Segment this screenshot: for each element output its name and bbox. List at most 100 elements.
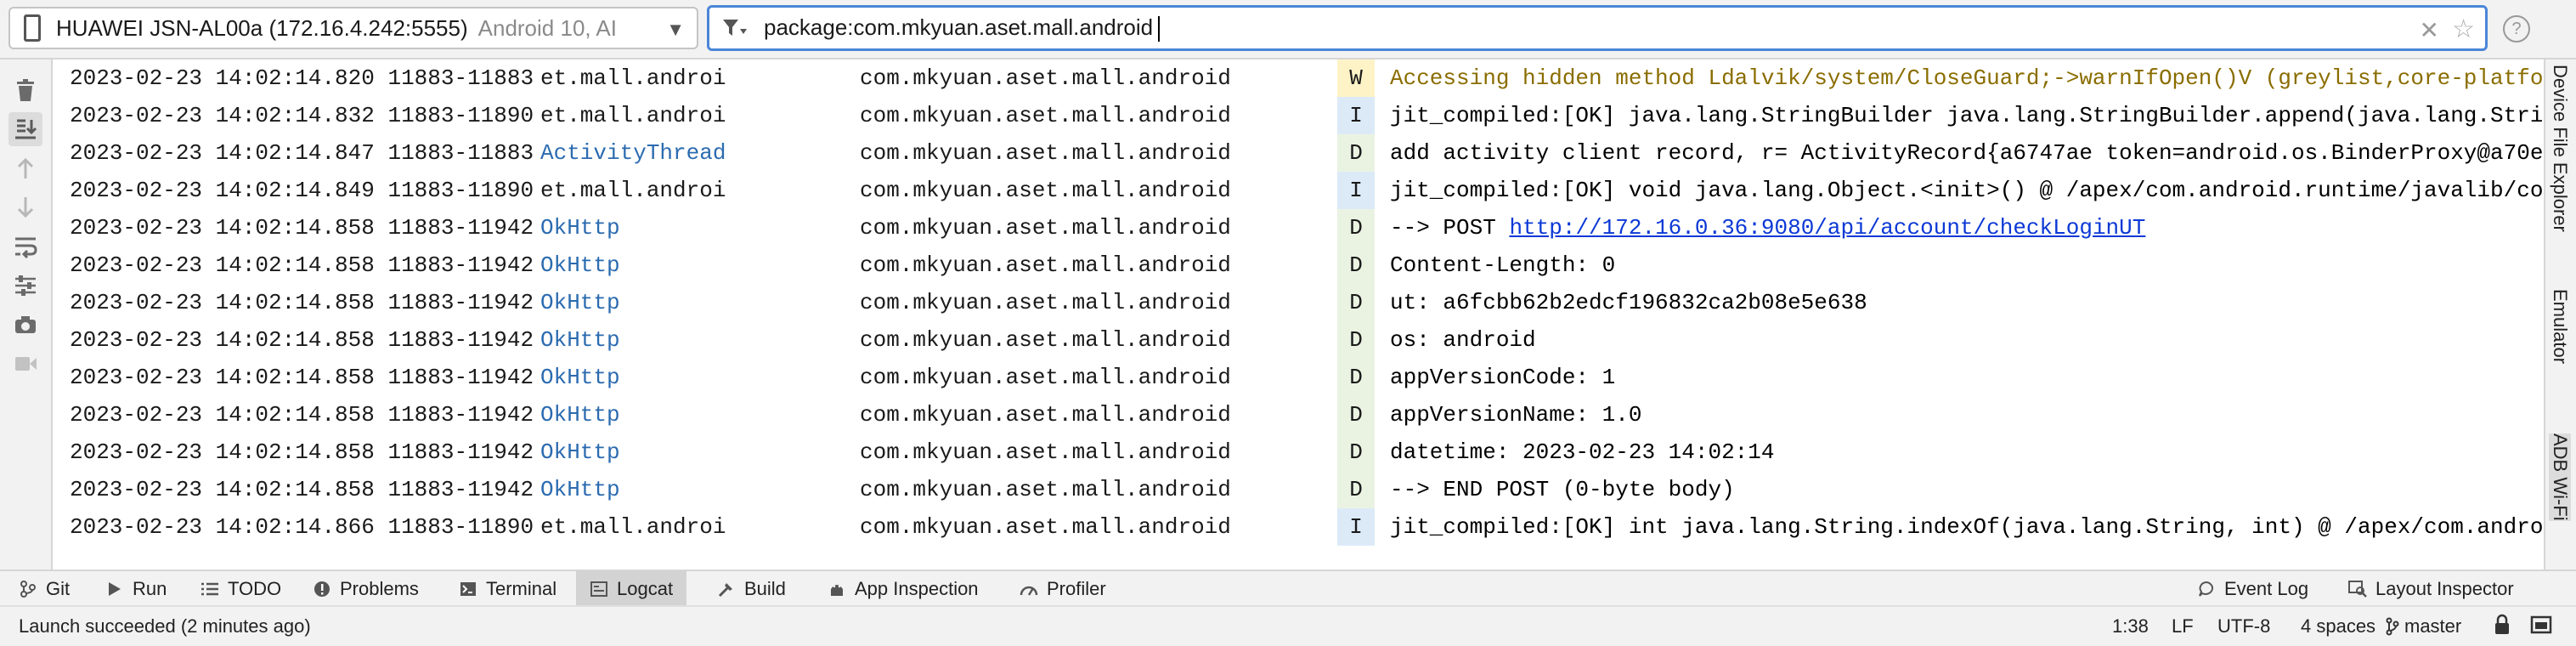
help-icon[interactable]: ?	[2503, 15, 2530, 42]
tab-logcat[interactable]: Logcat	[576, 571, 687, 607]
log-level: D	[1349, 365, 1363, 390]
file-encoding[interactable]: UTF-8	[2217, 615, 2270, 638]
log-timestamp: 2023-02-23 14:02:14.858 11883-11942	[70, 402, 534, 428]
line-separator[interactable]: LF	[2172, 615, 2194, 638]
tab-git-label: Git	[46, 578, 71, 599]
tab-problems[interactable]: Problems	[299, 571, 432, 607]
todo-icon	[201, 580, 219, 598]
log-package: com.mkyuan.aset.mall.android	[860, 65, 1231, 91]
tab-event-log[interactable]: Event Log	[2183, 571, 2322, 607]
log-level: D	[1349, 215, 1363, 241]
caret-position[interactable]: 1:38	[2112, 615, 2149, 638]
trash-icon[interactable]	[8, 73, 42, 107]
down-arrow-icon[interactable]	[8, 190, 42, 224]
tab-emulator[interactable]: Emulator	[2549, 289, 2571, 364]
log-level: D	[1349, 252, 1363, 278]
tab-app-inspection[interactable]: App Inspection	[814, 571, 992, 607]
tab-device-file-explorer[interactable]: Device File Explorer	[2549, 65, 2571, 232]
log-message: jit_compiled:[OK] java.lang.StringBuilde…	[1390, 97, 2542, 134]
log-message-text: add activity client record, r= ActivityR…	[1390, 140, 2542, 166]
logcat-filter-input[interactable]: package:com.mkyuan.aset.mall.android ✕ ☆	[707, 5, 2488, 51]
log-row[interactable]: 2023-02-23 14:02:14.866 11883-11890 et.ma…	[53, 508, 2542, 546]
log-row[interactable]: 2023-02-23 14:02:14.847 11883-11883 Activ…	[53, 134, 2542, 172]
tab-run[interactable]: Run	[92, 571, 180, 607]
log-row[interactable]: 2023-02-23 14:02:14.832 11883-11890 et.ma…	[53, 97, 2542, 134]
tab-app-inspection-label: App Inspection	[855, 578, 979, 599]
log-row[interactable]: 2023-02-23 14:02:14.820 11883-11883 et.ma…	[53, 60, 2542, 97]
log-tag: OkHttp	[540, 477, 620, 502]
log-timestamp: 2023-02-23 14:02:14.858 11883-11942	[70, 439, 534, 465]
log-package: com.mkyuan.aset.mall.android	[860, 252, 1231, 278]
tab-git[interactable]: Git	[5, 571, 83, 607]
git-icon	[19, 580, 37, 598]
video-icon[interactable]	[8, 347, 42, 381]
tab-build[interactable]: Build	[703, 571, 799, 607]
scroll-to-end-icon[interactable]	[8, 112, 42, 146]
git-branch[interactable]: master	[2386, 615, 2461, 638]
log-message-text: datetime: 2023-02-23 14:02:14	[1390, 439, 1775, 465]
run-icon	[105, 580, 124, 598]
log-level: D	[1349, 140, 1363, 166]
logcat-header: HUAWEI JSN-AL00a (172.16.4.242:5555) And…	[0, 0, 2576, 60]
log-message-text: jit_compiled:[OK] int java.lang.String.i…	[1390, 514, 2542, 540]
memory-indicator-icon[interactable]	[2530, 614, 2552, 641]
phone-icon	[24, 14, 41, 42]
tab-run-label: Run	[133, 578, 167, 599]
star-icon[interactable]: ☆	[2452, 14, 2475, 44]
log-timestamp: 2023-02-23 14:02:14.820 11883-11883	[70, 65, 534, 91]
log-row[interactable]: 2023-02-23 14:02:14.858 11883-11942 OkHtt…	[53, 209, 2542, 246]
log-package: com.mkyuan.aset.mall.android	[860, 439, 1231, 465]
log-package: com.mkyuan.aset.mall.android	[860, 215, 1231, 241]
log-row[interactable]: 2023-02-23 14:02:14.849 11883-11890 et.ma…	[53, 172, 2542, 209]
log-row[interactable]: 2023-02-23 14:02:14.858 11883-11942 OkHtt…	[53, 321, 2542, 359]
log-message: appVersionCode: 1	[1390, 359, 1615, 396]
indent-setting[interactable]: 4 spaces	[2301, 615, 2375, 638]
log-level: D	[1349, 327, 1363, 353]
camera-icon[interactable]	[8, 308, 42, 342]
log-message-text: appVersionName: 1.0	[1390, 402, 1642, 428]
lock-icon[interactable]	[2493, 614, 2511, 641]
build-icon	[717, 580, 736, 598]
log-package: com.mkyuan.aset.mall.android	[860, 290, 1231, 315]
log-timestamp: 2023-02-23 14:02:14.858 11883-11942	[70, 477, 534, 502]
logcat-output[interactable]: 2023-02-23 14:02:14.820 11883-11883 et.ma…	[53, 60, 2542, 570]
log-level: W	[1349, 65, 1363, 91]
log-package: com.mkyuan.aset.mall.android	[860, 477, 1231, 502]
log-message: ut: a6fcbb62b2edcf196832ca2b08e5e638	[1390, 284, 1867, 321]
log-package: com.mkyuan.aset.mall.android	[860, 103, 1231, 128]
tab-layout-inspector-label: Layout Inspector	[2375, 578, 2514, 599]
tab-layout-inspector[interactable]: Layout Inspector	[2335, 571, 2528, 607]
log-message-text: os: android	[1390, 327, 1536, 353]
log-message: jit_compiled:[OK] int java.lang.String.i…	[1390, 508, 2542, 546]
tab-adb-wifi[interactable]: ADB Wi-Fi	[2549, 434, 2571, 521]
filter-icon	[721, 15, 747, 41]
tab-todo[interactable]: TODO	[187, 571, 295, 607]
up-arrow-icon[interactable]	[8, 151, 42, 185]
log-row[interactable]: 2023-02-23 14:02:14.858 11883-11942 OkHtt…	[53, 434, 2542, 471]
tab-problems-label: Problems	[340, 578, 419, 599]
log-tag: OkHttp	[540, 327, 620, 353]
soft-wrap-icon[interactable]	[8, 230, 42, 264]
log-level: I	[1349, 103, 1363, 128]
tab-profiler[interactable]: Profiler	[1006, 571, 1120, 607]
log-url-link[interactable]: http://172.16.0.36:9080/api/account/chec…	[1509, 215, 2145, 241]
log-message: jit_compiled:[OK] void java.lang.Object.…	[1390, 172, 2542, 209]
log-row[interactable]: 2023-02-23 14:02:14.858 11883-11942 OkHtt…	[53, 396, 2542, 434]
log-message: appVersionName: 1.0	[1390, 396, 1641, 434]
log-row[interactable]: 2023-02-23 14:02:14.858 11883-11942 OkHtt…	[53, 471, 2542, 508]
log-row[interactable]: 2023-02-23 14:02:14.858 11883-11942 OkHtt…	[53, 359, 2542, 396]
log-tag: OkHttp	[540, 290, 620, 315]
tab-terminal[interactable]: Terminal	[445, 571, 570, 607]
logcat-toolbar	[0, 60, 53, 570]
tab-build-label: Build	[744, 578, 786, 599]
tab-logcat-label: Logcat	[617, 578, 674, 599]
log-tag: OkHttp	[540, 439, 620, 465]
device-selector[interactable]: HUAWEI JSN-AL00a (172.16.4.242:5555) And…	[8, 7, 698, 49]
log-message: Content-Length: 0	[1390, 246, 1615, 284]
log-message: os: android	[1390, 321, 1536, 359]
clear-icon[interactable]: ✕	[2420, 16, 2439, 44]
log-timestamp: 2023-02-23 14:02:14.858 11883-11942	[70, 290, 534, 315]
log-row[interactable]: 2023-02-23 14:02:14.858 11883-11942 OkHtt…	[53, 246, 2542, 284]
settings-icon[interactable]	[8, 269, 42, 303]
log-row[interactable]: 2023-02-23 14:02:14.858 11883-11942 OkHtt…	[53, 284, 2542, 321]
